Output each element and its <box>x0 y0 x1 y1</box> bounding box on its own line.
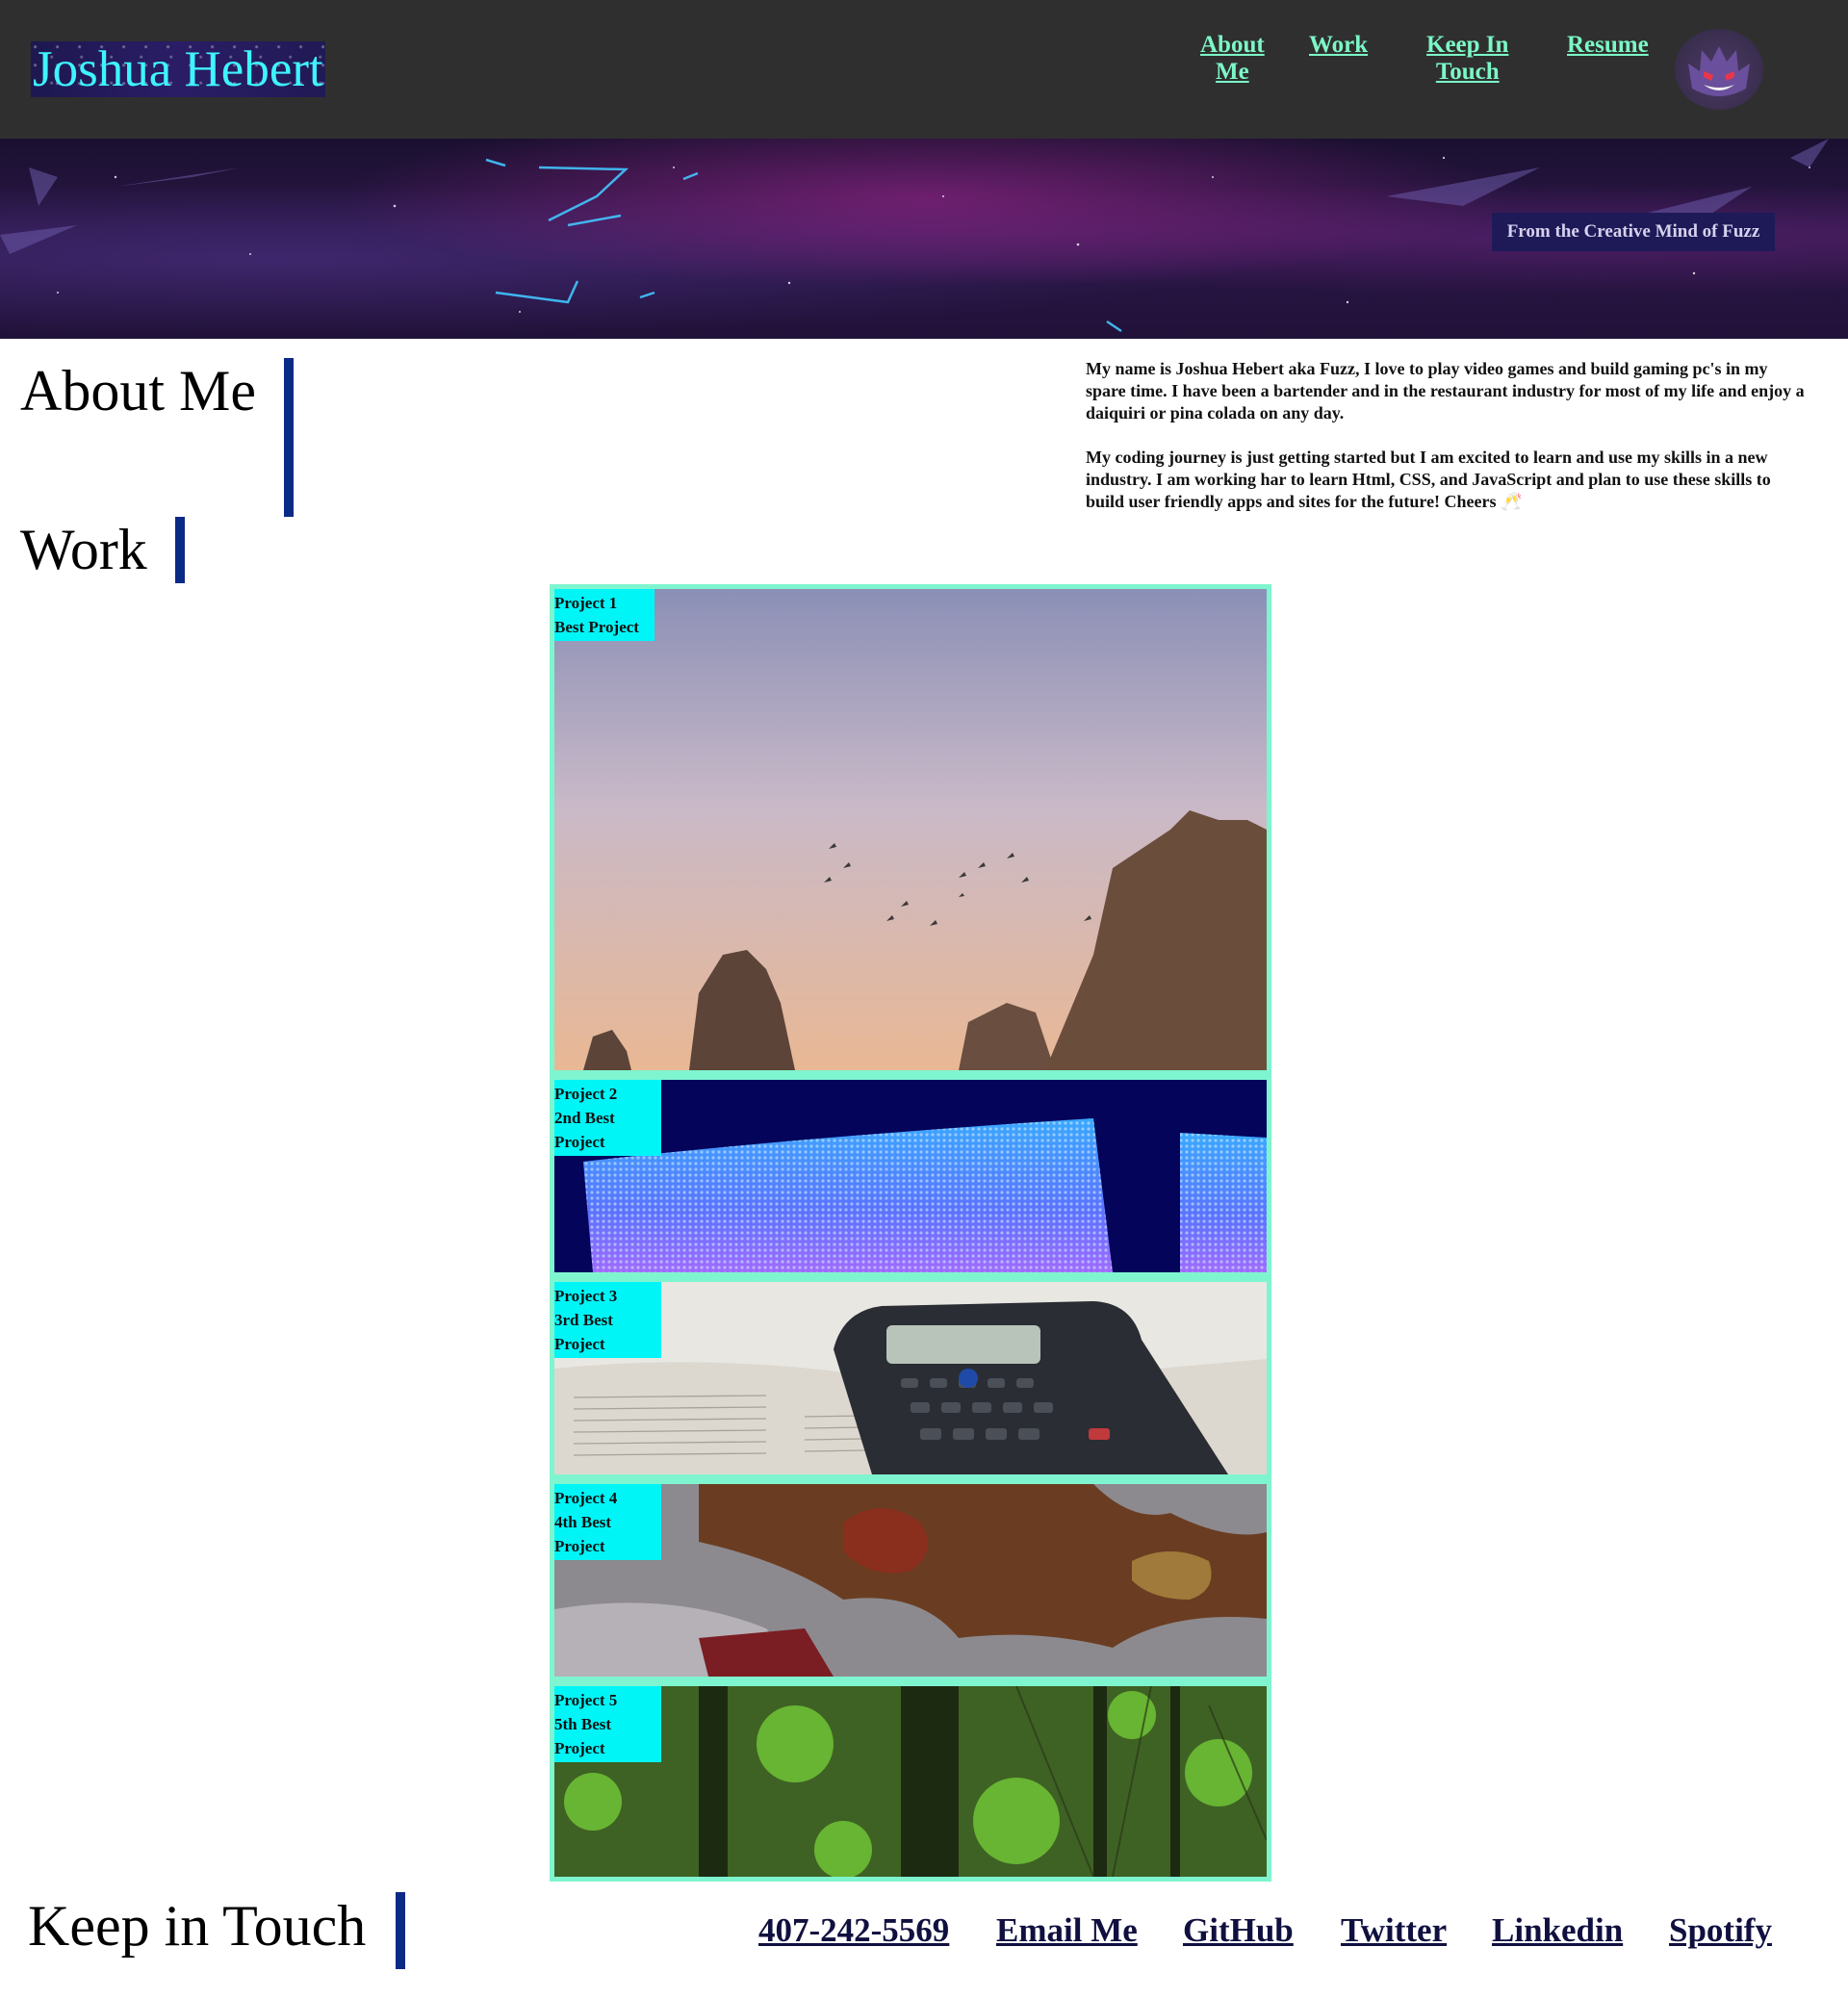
project-2-label: Project 2 2nd Best Project <box>554 1080 661 1156</box>
linkedin-link[interactable]: Linkedin <box>1492 1909 1623 1952</box>
project-3-subtitle-1: 3rd Best <box>554 1311 613 1329</box>
project-2-subtitle-2: Project <box>554 1133 605 1151</box>
project-2-image <box>554 1080 1267 1272</box>
project-1-label: Project 1 Best Project <box>554 589 654 641</box>
project-5-title: Project 5 <box>554 1691 618 1709</box>
work-heading: Work <box>20 518 147 581</box>
phone-link[interactable]: 407-242-5569 <box>758 1909 949 1952</box>
nav-work-label: Work <box>1309 32 1369 58</box>
project-card-5[interactable]: Project 5 5th Best Project <box>554 1686 1267 1877</box>
about-text: My name is Joshua Hebert aka Fuzz, I lov… <box>1086 358 1810 535</box>
project-2-subtitle-1: 2nd Best <box>554 1109 615 1127</box>
project-4-subtitle-1: 4th Best <box>554 1513 612 1531</box>
project-4-label: Project 4 4th Best Project <box>554 1484 661 1560</box>
project-5-label: Project 5 5th Best Project <box>554 1686 661 1762</box>
project-card-2[interactable]: Project 2 2nd Best Project <box>554 1080 1267 1272</box>
project-3-subtitle-2: Project <box>554 1335 605 1353</box>
project-5-subtitle-1: 5th Best <box>554 1715 612 1733</box>
project-card-1[interactable]: Project 1 Best Project <box>554 589 1267 1070</box>
project-3-title: Project 3 <box>554 1287 618 1305</box>
twitter-link[interactable]: Twitter <box>1341 1909 1447 1952</box>
project-5-subtitle-2: Project <box>554 1739 605 1757</box>
nav-about-line2: Me <box>1215 59 1249 85</box>
project-card-3[interactable]: Project 3 3rd Best Project <box>554 1282 1267 1474</box>
nav-work[interactable]: Work <box>1309 32 1368 59</box>
tagline-badge: From the Creative Mind of Fuzz <box>1492 213 1775 251</box>
work-heading-bar <box>175 517 185 583</box>
project-1-image <box>554 589 1267 1070</box>
nav-resume[interactable]: Resume <box>1567 32 1649 59</box>
project-card-4[interactable]: Project 4 4th Best Project <box>554 1484 1267 1677</box>
project-2-title: Project 2 <box>554 1085 618 1103</box>
about-paragraph-2: My coding journey is just getting starte… <box>1086 448 1771 511</box>
github-link[interactable]: GitHub <box>1183 1909 1294 1952</box>
nav-keep-in-touch[interactable]: Keep In Touch <box>1426 32 1508 86</box>
nav-keep-line1: Keep In <box>1426 32 1509 58</box>
project-4-image <box>554 1484 1267 1677</box>
project-1-subtitle: Best Project <box>554 618 639 636</box>
contact-heading-bar <box>396 1892 405 1969</box>
about-heading-bar <box>284 358 294 517</box>
site-header: Joshua Hebert About Me Work Keep In Touc… <box>0 0 1848 139</box>
project-1-title: Project 1 <box>554 594 618 612</box>
project-3-label: Project 3 3rd Best Project <box>554 1282 661 1358</box>
project-5-image <box>554 1686 1267 1877</box>
email-link[interactable]: Email Me <box>996 1909 1138 1952</box>
spotify-link[interactable]: Spotify <box>1669 1909 1772 1952</box>
project-3-image <box>554 1282 1267 1474</box>
nav-resume-label: Resume <box>1567 32 1649 58</box>
nav-about-me[interactable]: About Me <box>1200 32 1265 86</box>
about-heading: About Me <box>20 359 256 423</box>
project-4-title: Project 4 <box>554 1489 618 1507</box>
gengar-avatar-icon[interactable] <box>1675 29 1763 110</box>
about-paragraph-1: My name is Joshua Hebert aka Fuzz, I lov… <box>1086 359 1805 423</box>
site-title[interactable]: Joshua Hebert <box>31 41 325 97</box>
project-4-subtitle-2: Project <box>554 1537 605 1555</box>
nav-about-line1: About <box>1200 32 1265 58</box>
nav-keep-line2: Touch <box>1435 59 1500 85</box>
work-gallery: Project 1 Best Project Project 2 2nd Bes… <box>550 584 1271 1882</box>
contact-heading: Keep in Touch <box>28 1894 367 1958</box>
